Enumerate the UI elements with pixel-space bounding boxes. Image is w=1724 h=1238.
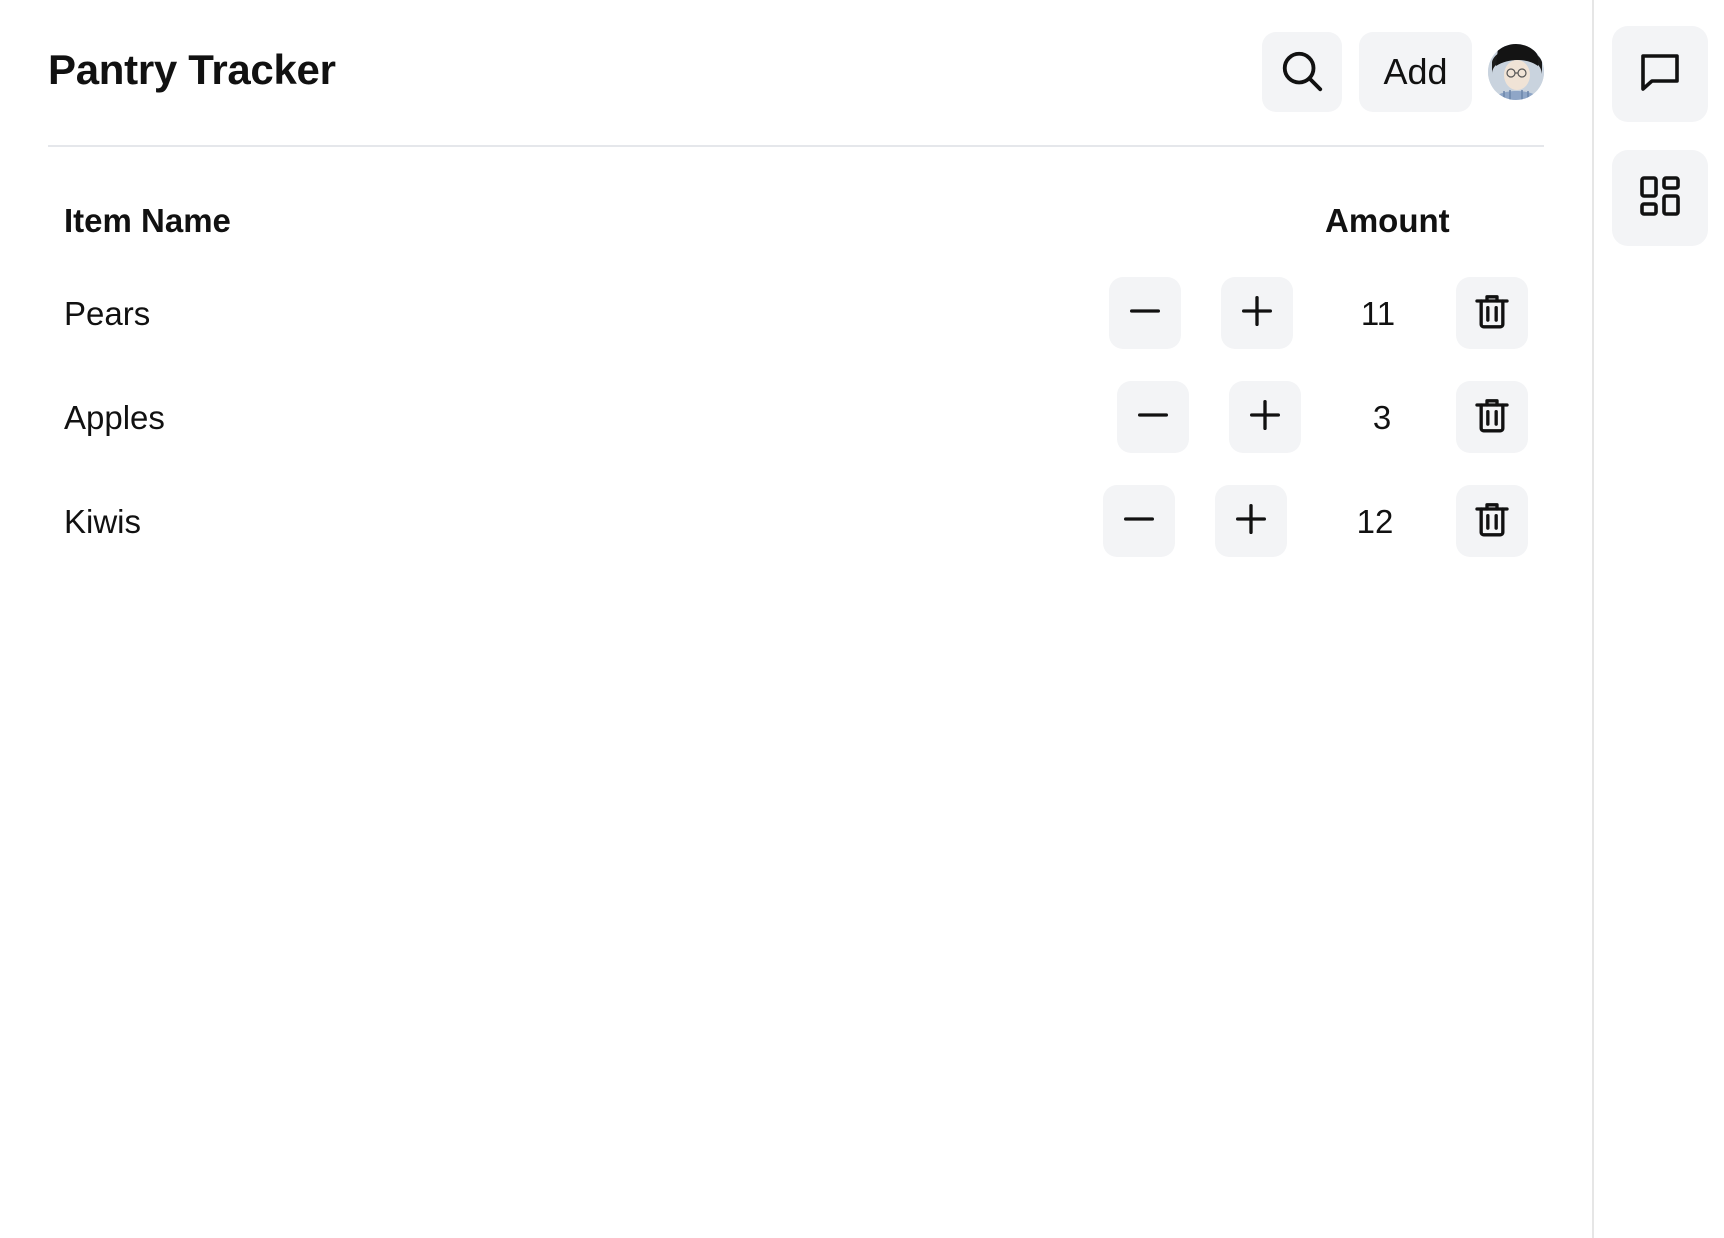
increment-button[interactable] bbox=[1215, 485, 1287, 557]
dashboard-button[interactable] bbox=[1612, 150, 1708, 246]
item-amount: 11 bbox=[1360, 295, 1396, 332]
item-name: Apples bbox=[64, 399, 165, 436]
header: Pantry Tracker Add bbox=[48, 32, 1544, 112]
search-button[interactable] bbox=[1262, 32, 1342, 112]
trash-icon bbox=[1472, 395, 1512, 440]
item-name: Kiwis bbox=[64, 503, 142, 540]
chat-button[interactable] bbox=[1612, 26, 1708, 122]
increment-button[interactable] bbox=[1229, 381, 1301, 453]
decrement-button[interactable] bbox=[1103, 485, 1175, 557]
table-row: Apples 3 bbox=[0, 381, 1592, 453]
column-header-item-name: Item Name bbox=[64, 202, 231, 239]
search-icon bbox=[1279, 48, 1325, 97]
trash-icon bbox=[1472, 499, 1512, 544]
chat-icon bbox=[1636, 48, 1684, 101]
table-row: Pears 11 bbox=[0, 277, 1592, 349]
trash-icon bbox=[1472, 291, 1512, 336]
decrement-button[interactable] bbox=[1109, 277, 1181, 349]
plus-icon bbox=[1245, 395, 1285, 440]
minus-icon bbox=[1125, 291, 1165, 336]
minus-icon bbox=[1133, 395, 1173, 440]
page-title: Pantry Tracker bbox=[48, 46, 336, 93]
delete-button[interactable] bbox=[1456, 485, 1528, 557]
decrement-button[interactable] bbox=[1117, 381, 1189, 453]
column-header-amount: Amount bbox=[1325, 202, 1450, 239]
item-name: Pears bbox=[64, 295, 151, 332]
app-window: Pantry Tracker Add Item Name Amount Pear… bbox=[0, 0, 1724, 1238]
plus-icon bbox=[1231, 499, 1271, 544]
plus-icon bbox=[1237, 291, 1277, 336]
header-divider bbox=[48, 145, 1544, 147]
right-sidebar bbox=[1592, 0, 1724, 1238]
item-amount: 12 bbox=[1356, 503, 1394, 540]
dashboard-icon bbox=[1636, 172, 1684, 225]
avatar[interactable] bbox=[1488, 44, 1544, 100]
item-amount: 3 bbox=[1372, 399, 1392, 436]
main-content: Pantry Tracker Add Item Name Amount Pear… bbox=[0, 0, 1592, 1238]
delete-button[interactable] bbox=[1456, 381, 1528, 453]
add-button[interactable]: Add bbox=[1359, 32, 1472, 112]
delete-button[interactable] bbox=[1456, 277, 1528, 349]
increment-button[interactable] bbox=[1221, 277, 1293, 349]
minus-icon bbox=[1119, 499, 1159, 544]
table-row: Kiwis 12 bbox=[0, 485, 1592, 557]
